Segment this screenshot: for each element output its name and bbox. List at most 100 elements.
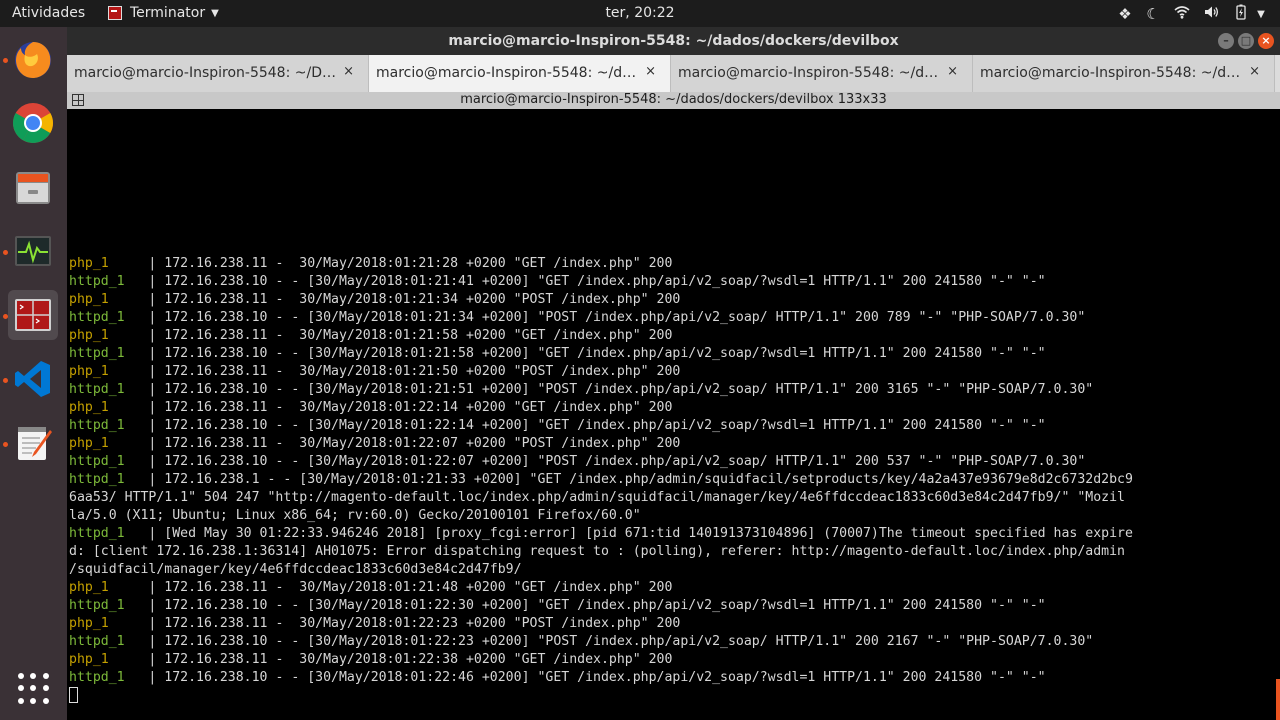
terminal-output[interactable]: php_1 | 172.16.238.11 - 30/May/2018:01:2… [67, 109, 1280, 720]
log-text: | 172.16.238.11 - 30/May/2018:01:22:38 +… [148, 652, 673, 667]
files-icon [16, 172, 50, 204]
terminal-line: 6aa53/ HTTP/1.1" 504 247 "http://magento… [69, 489, 1133, 507]
log-text: | 172.16.238.11 - 30/May/2018:01:22:07 +… [148, 436, 681, 451]
service-name: php_1 [69, 328, 149, 343]
service-name: httpd_1 [69, 472, 149, 487]
grid-dot [42, 697, 49, 704]
tab-label: marcio@marcio-Inspiron-5548: ~/da... [678, 65, 940, 81]
grid-dot [30, 697, 37, 704]
service-name: httpd_1 [69, 670, 149, 685]
dock-vscode[interactable] [8, 354, 58, 404]
terminal-title: marcio@marcio-Inspiron-5548: ~/dados/doc… [460, 92, 887, 107]
night-light-icon[interactable]: ☾ [1146, 5, 1160, 23]
terminator-icon [15, 299, 51, 331]
grid-dot [18, 697, 24, 704]
log-text: | 172.16.238.11 - 30/May/2018:01:22:23 +… [148, 616, 681, 631]
app-menu[interactable]: Terminator ▼ [108, 5, 219, 21]
service-name: php_1 [69, 256, 149, 271]
chevron-down-icon: ▼ [211, 7, 219, 19]
dropbox-icon[interactable]: ❖ [1118, 5, 1132, 23]
activities-button[interactable]: Atividades [12, 5, 85, 21]
vscode-icon [15, 361, 50, 397]
service-name: httpd_1 [69, 526, 149, 541]
terminal-line: php_1 | 172.16.238.11 - 30/May/2018:01:2… [69, 363, 1133, 381]
log-text: | 172.16.238.11 - 30/May/2018:01:21:28 +… [148, 256, 673, 271]
top-bar: Atividades Terminator ▼ ter, 20:22 ❖ ☾ ▼ [0, 0, 1280, 27]
terminal-line: php_1 | 172.16.238.11 - 30/May/2018:01:2… [69, 579, 1133, 597]
log-text: | 172.16.238.10 - - [30/May/2018:01:21:3… [148, 310, 1086, 325]
service-name: php_1 [69, 292, 149, 307]
close-window-button[interactable]: × [1258, 33, 1274, 49]
close-tab-icon[interactable]: × [343, 64, 354, 79]
clock[interactable]: ter, 20:22 [605, 5, 675, 21]
battery-icon[interactable] [1234, 4, 1248, 24]
log-text: | 172.16.238.11 - 30/May/2018:01:21:34 +… [148, 292, 681, 307]
dock-chrome[interactable] [8, 98, 58, 148]
service-name: php_1 [69, 400, 149, 415]
dock-terminator[interactable] [8, 290, 58, 340]
log-text: | 172.16.238.10 - - [30/May/2018:01:22:2… [148, 634, 1094, 649]
log-text: | [Wed May 30 01:22:33.946246 2018] [pro… [148, 526, 1133, 541]
window-controls: – □ × [1218, 33, 1274, 49]
wifi-icon[interactable] [1174, 5, 1190, 23]
service-name: php_1 [69, 652, 149, 667]
close-tab-icon[interactable]: × [645, 64, 656, 79]
tab-label: marcio@marcio-Inspiron-5548: ~/Do... [74, 65, 336, 81]
log-text: | 172.16.238.10 - - [30/May/2018:01:22:4… [148, 670, 1046, 685]
close-tab-icon[interactable]: × [947, 64, 958, 79]
service-name: php_1 [69, 616, 149, 631]
log-text: | 172.16.238.11 - 30/May/2018:01:21:58 +… [148, 328, 673, 343]
chevron-down-icon[interactable]: ▼ [1254, 9, 1268, 20]
close-tab-icon[interactable]: × [1249, 64, 1260, 79]
tab-bar: marcio@marcio-Inspiron-5548: ~/Do... × m… [67, 55, 1280, 92]
log-text: | 172.16.238.11 - 30/May/2018:01:22:14 +… [148, 400, 673, 415]
service-name: php_1 [69, 436, 149, 451]
window-title-bar[interactable]: marcio@marcio-Inspiron-5548: ~/dados/doc… [67, 27, 1280, 55]
terminal-line: php_1 | 172.16.238.11 - 30/May/2018:01:2… [69, 435, 1133, 453]
grid-dot [30, 673, 37, 679]
terminal-line: d: [client 172.16.238.1:36314] AH01075: … [69, 543, 1133, 561]
terminal-line: php_1 | 172.16.238.11 - 30/May/2018:01:2… [69, 615, 1133, 633]
terminal-line: httpd_1 | 172.16.238.10 - - [30/May/2018… [69, 273, 1133, 291]
dock-firefox[interactable] [8, 34, 58, 84]
scrollbar[interactable] [1276, 679, 1280, 720]
terminal-line: /squidfacil/manager/key/4e6ffdccdeac1833… [69, 561, 1133, 579]
service-name: httpd_1 [69, 346, 149, 361]
tab-label: marcio@marcio-Inspiron-5548: ~/da... [376, 65, 638, 81]
volume-icon[interactable] [1204, 5, 1220, 23]
service-name: httpd_1 [69, 634, 149, 649]
tab-4[interactable]: marcio@marcio-Inspiron-5548: ~/da... × [973, 55, 1275, 92]
app-menu-label: Terminator [130, 5, 206, 21]
service-name: httpd_1 [69, 382, 149, 397]
tab-1[interactable]: marcio@marcio-Inspiron-5548: ~/Do... × [67, 55, 369, 92]
show-applications-icon[interactable] [18, 673, 50, 705]
dock-files[interactable] [8, 162, 58, 212]
tab-2[interactable]: marcio@marcio-Inspiron-5548: ~/da... × [369, 55, 671, 92]
log-text: | 172.16.238.10 - - [30/May/2018:01:22:0… [148, 454, 1086, 469]
log-text: la/5.0 (X11; Ubuntu; Linux x86_64; rv:60… [69, 508, 641, 523]
terminal-line: httpd_1 | 172.16.238.10 - - [30/May/2018… [69, 669, 1133, 687]
terminal-line: httpd_1 | [Wed May 30 01:22:33.946246 20… [69, 525, 1133, 543]
log-text: | 172.16.238.11 - 30/May/2018:01:21:48 +… [148, 580, 673, 595]
dock-text-editor[interactable] [8, 418, 58, 468]
system-tray[interactable]: ❖ ☾ ▼ [1118, 4, 1268, 24]
terminal-cursor [69, 687, 78, 703]
log-text: | 172.16.238.10 - - [30/May/2018:01:22:1… [148, 418, 1046, 433]
terminal-line: httpd_1 | 172.16.238.10 - - [30/May/2018… [69, 309, 1133, 327]
terminal-titlebar[interactable]: marcio@marcio-Inspiron-5548: ~/dados/doc… [67, 92, 1280, 109]
grid-dot [18, 685, 24, 692]
log-text: | 172.16.238.10 - - [30/May/2018:01:21:5… [148, 382, 1094, 397]
terminal-line: php_1 | 172.16.238.11 - 30/May/2018:01:2… [69, 291, 1133, 309]
dock [0, 27, 67, 720]
grid-dot [42, 685, 49, 692]
log-text: | 172.16.238.10 - - [30/May/2018:01:21:5… [148, 346, 1046, 361]
maximize-button[interactable]: □ [1238, 33, 1254, 49]
tab-3[interactable]: marcio@marcio-Inspiron-5548: ~/da... × [671, 55, 973, 92]
minimize-button[interactable]: – [1218, 33, 1234, 49]
log-text: | 172.16.238.11 - 30/May/2018:01:21:50 +… [148, 364, 681, 379]
log-text: | 172.16.238.1 - - [30/May/2018:01:21:33… [148, 472, 1133, 487]
chrome-icon [13, 103, 53, 143]
dock-system-monitor[interactable] [8, 226, 58, 276]
log-text: | 172.16.238.10 - - [30/May/2018:01:21:4… [148, 274, 1046, 289]
grid-dot [30, 685, 37, 692]
